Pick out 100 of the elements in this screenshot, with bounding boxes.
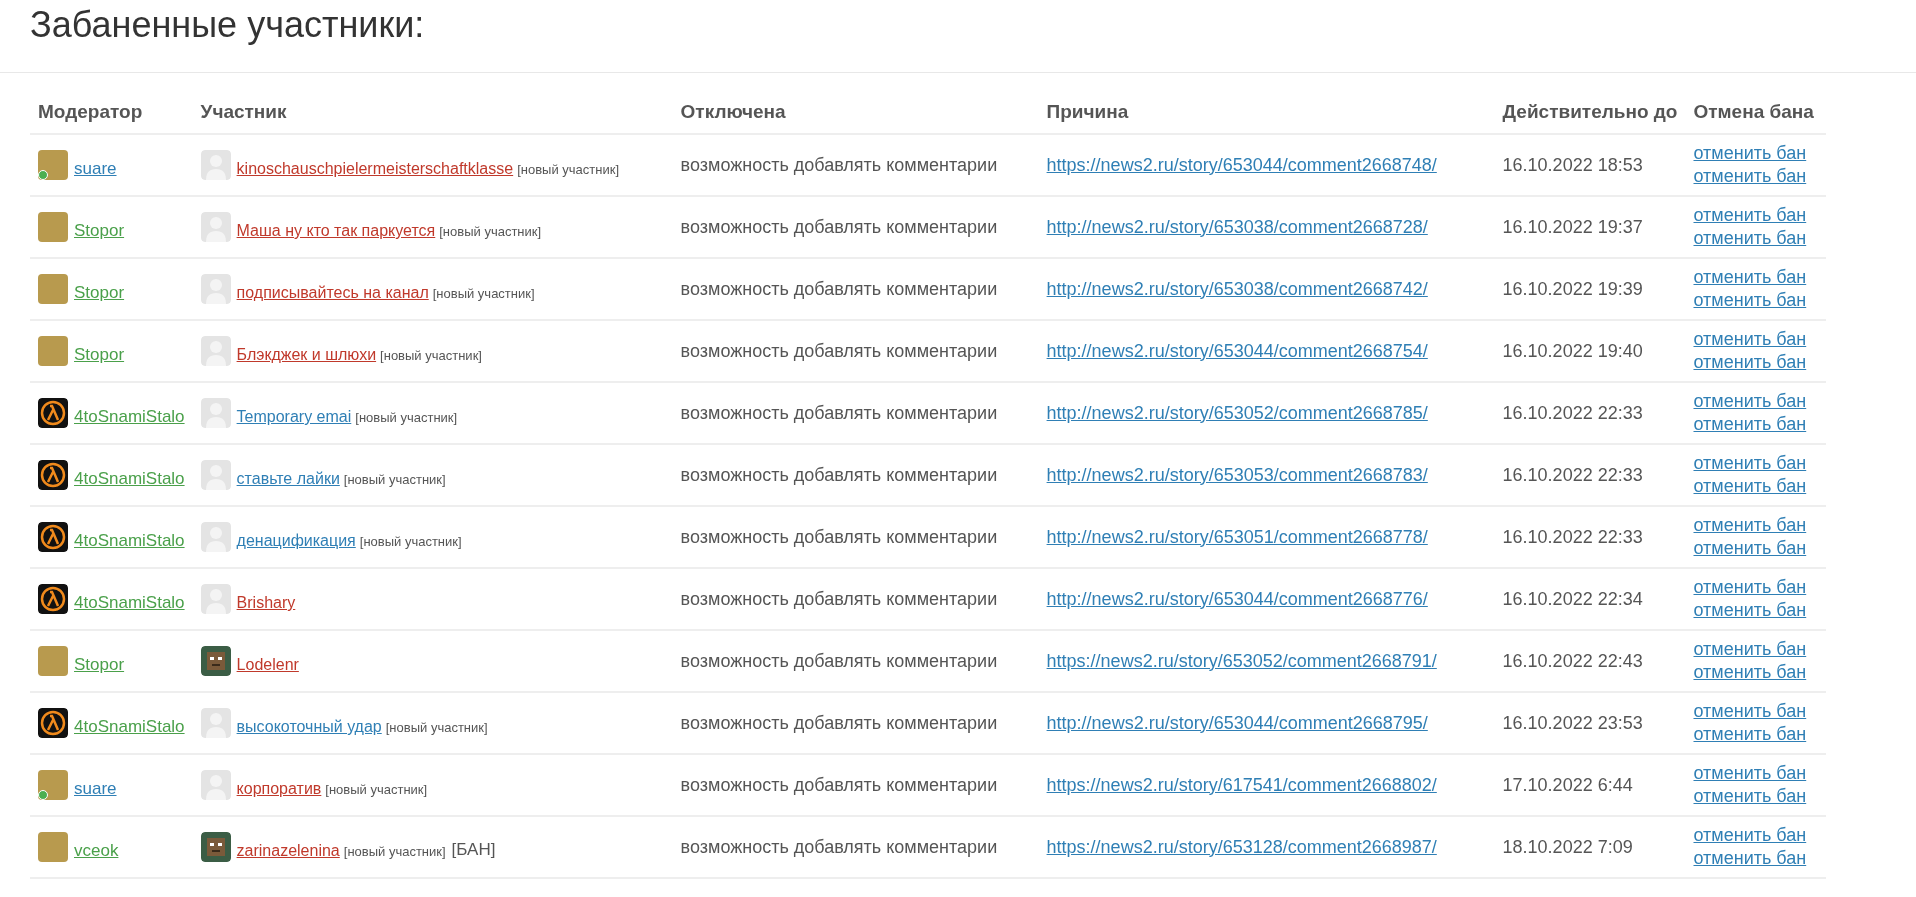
column-header: Действительно до — [1494, 95, 1686, 134]
unban-link[interactable]: отменить бан — [1693, 661, 1819, 684]
table-cell: возможность добавлять комментарии — [680, 650, 998, 671]
member-link[interactable]: корпоратив — [236, 780, 322, 798]
member-tag: [новый участник] — [432, 285, 535, 301]
ban-mark: [БАН] — [451, 840, 496, 860]
table-cell: 16.10.2022 22:33 — [1502, 464, 1643, 485]
column-header: Модератор — [30, 95, 193, 134]
moderator-link[interactable]: Stopor — [74, 283, 125, 303]
unban-link[interactable]: отменить бан — [1693, 204, 1819, 227]
member-link[interactable]: ставьте лайки — [236, 470, 340, 488]
unban-link[interactable]: отменить бан — [1693, 514, 1819, 537]
unban-link[interactable]: отменить бан — [1693, 576, 1819, 599]
member-link[interactable]: высокоточный удар — [236, 718, 382, 736]
moderator-link[interactable]: 4toSnamiStalo — [74, 531, 185, 551]
member-tag: [новый участник] — [343, 471, 446, 487]
member-link[interactable]: Temporary emai — [236, 408, 352, 426]
table-cell: 16.10.2022 22:34 — [1502, 588, 1643, 609]
table-cell: возможность добавлять комментарии — [680, 216, 998, 237]
moderator-link[interactable]: suare — [74, 779, 117, 799]
unban-link[interactable]: отменить бан — [1693, 537, 1819, 560]
unban-link[interactable]: отменить бан — [1693, 165, 1819, 188]
moderator-link[interactable]: Stopor — [74, 221, 125, 241]
reason-link[interactable]: http://news2.ru/story/653044/comment2668754/ — [1046, 340, 1428, 361]
moderator-link[interactable]: vceok — [74, 841, 119, 861]
table-cell: 16.10.2022 19:37 — [1502, 216, 1643, 237]
member-tag: [новый участник] — [385, 719, 488, 735]
table-cell: возможность добавлять комментарии — [680, 712, 998, 733]
unban-link[interactable]: отменить бан — [1693, 142, 1819, 165]
table-cell: возможность добавлять комментарии — [680, 588, 998, 609]
table-cell: 16.10.2022 18:53 — [1502, 154, 1643, 175]
reason-link[interactable]: http://news2.ru/story/653038/comment2668742/ — [1046, 278, 1428, 299]
unban-link[interactable]: отменить бан — [1693, 847, 1819, 870]
member-link[interactable]: Блэкджек и шлюхи — [236, 346, 377, 364]
member-link[interactable]: Lodelenr — [236, 656, 299, 674]
table-cell: 16.10.2022 19:39 — [1502, 278, 1643, 299]
table-cell: 16.10.2022 22:33 — [1502, 402, 1643, 423]
reason-link[interactable]: https://news2.ru/story/653044/comment2668748/ — [1046, 154, 1437, 175]
table-cell: возможность добавлять комментарии — [680, 464, 998, 485]
column-header: Участник — [192, 95, 673, 134]
table-cell: возможность добавлять комментарии — [680, 526, 998, 547]
moderator-link[interactable]: 4toSnamiStalo — [74, 593, 185, 613]
unban-link[interactable]: отменить бан — [1693, 227, 1819, 250]
member-tag: [новый участник] — [380, 347, 482, 363]
unban-link[interactable]: отменить бан — [1693, 762, 1819, 785]
member-link[interactable]: Маша ну кто так паркуется — [236, 222, 436, 240]
column-header: Отмена бана — [1685, 95, 1827, 134]
table-cell: 16.10.2022 22:43 — [1502, 650, 1643, 671]
table-cell: возможность добавлять комментарии — [680, 836, 998, 857]
unban-link[interactable]: отменить бан — [1693, 266, 1819, 289]
moderator-link[interactable]: 4toSnamiStalo — [74, 407, 185, 427]
unban-link[interactable]: отменить бан — [1693, 452, 1819, 475]
unban-link[interactable]: отменить бан — [1693, 599, 1819, 622]
table-cell: 18.10.2022 7:09 — [1502, 836, 1633, 857]
member-link[interactable]: денацификация — [236, 532, 356, 550]
moderator-link[interactable]: Stopor — [74, 655, 125, 675]
moderator-link[interactable]: 4toSnamiStalo — [74, 717, 185, 737]
column-header: Отключена — [672, 95, 1039, 134]
table-cell: возможность добавлять комментарии — [680, 154, 998, 175]
moderator-link[interactable]: 4toSnamiStalo — [74, 469, 185, 489]
unban-link[interactable]: отменить бан — [1693, 723, 1819, 746]
reason-link[interactable]: http://news2.ru/story/653044/comment2668776/ — [1046, 588, 1428, 609]
reason-link[interactable]: https://news2.ru/story/617541/comment2668802/ — [1046, 774, 1437, 795]
reason-link[interactable]: http://news2.ru/story/653044/comment2668795/ — [1046, 712, 1428, 733]
unban-link[interactable]: отменить бан — [1693, 289, 1819, 312]
unban-link[interactable]: отменить бан — [1693, 785, 1819, 808]
reason-link[interactable]: https://news2.ru/story/653128/comment2668987/ — [1046, 836, 1437, 857]
reason-link[interactable]: http://news2.ru/story/653038/comment2668728/ — [1046, 216, 1428, 237]
moderator-link[interactable]: suare — [74, 159, 117, 179]
member-link[interactable]: подписывайтесь на канал — [236, 284, 429, 302]
unban-link[interactable]: отменить бан — [1693, 700, 1819, 723]
member-link[interactable]: zarinazelenina — [236, 842, 340, 860]
member-link[interactable]: Brishary — [236, 594, 296, 612]
member-tag: [новый участник] — [343, 843, 446, 859]
unban-link[interactable]: отменить бан — [1693, 824, 1819, 847]
table-cell: 16.10.2022 23:53 — [1502, 712, 1643, 733]
member-tag: [новый участник] — [325, 781, 428, 797]
unban-link[interactable]: отменить бан — [1693, 390, 1819, 413]
table-cell: 17.10.2022 6:44 — [1502, 774, 1633, 795]
table-cell: возможность добавлять комментарии — [680, 278, 998, 299]
reason-link[interactable]: http://news2.ru/story/653053/comment2668783/ — [1046, 464, 1428, 485]
table-cell: возможность добавлять комментарии — [680, 774, 998, 795]
table-cell: возможность добавлять комментарии — [680, 402, 998, 423]
unban-link[interactable]: отменить бан — [1693, 351, 1819, 374]
moderator-link[interactable]: Stopor — [74, 345, 125, 365]
table-cell: возможность добавлять комментарии — [680, 340, 998, 361]
unban-link[interactable]: отменить бан — [1693, 413, 1819, 436]
member-tag: [новый участник] — [439, 223, 542, 239]
unban-link[interactable]: отменить бан — [1693, 328, 1819, 351]
reason-link[interactable]: https://news2.ru/story/653052/comment2668791/ — [1046, 650, 1437, 671]
column-header: Причина — [1038, 95, 1495, 134]
member-link[interactable]: kinoschauschpielermeisterschaftklasse — [236, 160, 514, 178]
unban-link[interactable]: отменить бан — [1693, 638, 1819, 661]
unban-link[interactable]: отменить бан — [1693, 475, 1819, 498]
table-cell: 16.10.2022 19:40 — [1502, 340, 1643, 361]
reason-link[interactable]: http://news2.ru/story/653051/comment2668778/ — [1046, 526, 1428, 547]
member-tag: [новый участник] — [517, 161, 619, 177]
reason-link[interactable]: http://news2.ru/story/653052/comment2668785/ — [1046, 402, 1428, 423]
member-tag: [новый участник] — [359, 533, 462, 549]
table-cell: 16.10.2022 22:33 — [1502, 526, 1643, 547]
